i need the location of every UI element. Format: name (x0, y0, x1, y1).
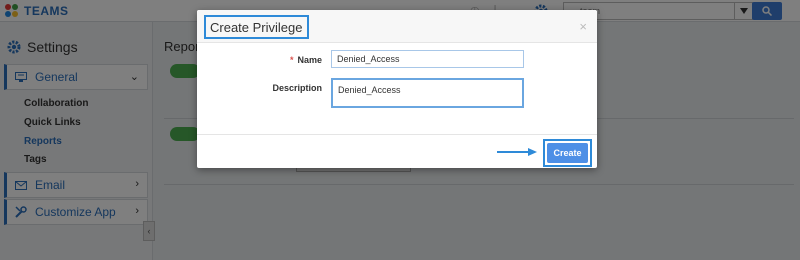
description-textarea[interactable]: Denied_Access (331, 78, 524, 108)
modal-header: Create Privilege × (197, 10, 597, 43)
description-label: Description (272, 83, 322, 93)
create-button-highlight: Create (543, 139, 592, 167)
name-label: * Name (222, 55, 322, 65)
name-label-text: Name (297, 55, 322, 65)
close-icon[interactable]: × (579, 19, 587, 34)
modal-title: Create Privilege (204, 15, 309, 39)
modal-footer: Create (197, 134, 597, 168)
create-button[interactable]: Create (547, 143, 588, 163)
arrow-right-icon (497, 148, 537, 156)
name-input[interactable]: Denied_Access (331, 50, 524, 68)
required-marker: * (289, 55, 294, 65)
create-privilege-dialog: Create Privilege × * Name Denied_Access D… (197, 10, 597, 168)
